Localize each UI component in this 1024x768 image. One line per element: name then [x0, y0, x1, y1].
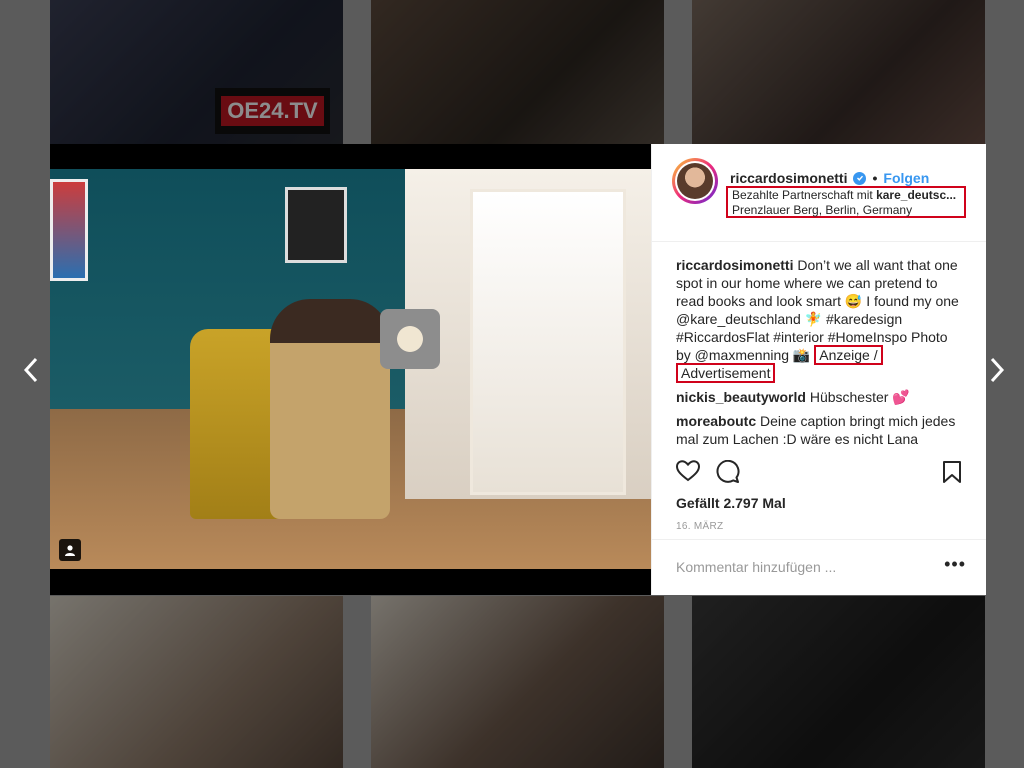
- photo-door: [470, 189, 626, 495]
- comments-list: riccardosimonetti Don’t we all want that…: [676, 256, 966, 454]
- photo-lamp: [380, 309, 440, 369]
- partnership-prefix: Bezahlte Partnerschaft mit: [732, 188, 877, 202]
- action-bar: [675, 459, 966, 489]
- post-sidebar: riccardosimonetti • Folgen Bezahlte Part…: [651, 144, 986, 595]
- caption: riccardosimonetti Don’t we all want that…: [676, 256, 966, 383]
- comment-username[interactable]: moreaboutc: [676, 413, 756, 429]
- account-row: riccardosimonetti • Folgen: [730, 170, 929, 186]
- heart-icon[interactable]: [675, 460, 701, 487]
- grid-tile-bottom-left[interactable]: [50, 596, 343, 768]
- grid-tile-bottom-middle[interactable]: [371, 596, 664, 768]
- account-username[interactable]: riccardosimonetti: [730, 170, 847, 186]
- dim-overlay: [50, 0, 343, 144]
- verified-badge-icon: [853, 171, 867, 185]
- grid-tile-top-left[interactable]: OE24.TV: [50, 0, 343, 144]
- comment-item: nickis_beautyworld Hübschester 💕: [676, 388, 966, 406]
- comment-username[interactable]: nickis_beautyworld: [676, 389, 806, 405]
- grid-tile-top-middle[interactable]: [371, 0, 664, 144]
- dim-overlay: [692, 596, 985, 768]
- post-header: riccardosimonetti • Folgen Bezahlte Part…: [652, 144, 986, 242]
- more-options-icon[interactable]: •••: [944, 554, 966, 575]
- comment-input[interactable]: Kommentar hinzufügen ...: [676, 559, 836, 575]
- sponsor-location-highlight: Bezahlte Partnerschaft mit kare_deutsc..…: [726, 186, 966, 218]
- caption-username[interactable]: riccardosimonetti: [676, 257, 793, 273]
- post-photo[interactable]: [50, 169, 651, 569]
- dim-overlay: [371, 596, 664, 768]
- comment-bubble-icon[interactable]: [716, 459, 740, 489]
- dim-overlay: [50, 596, 343, 768]
- user-tag-icon[interactable]: [59, 539, 81, 561]
- separator-dot: •: [872, 170, 878, 186]
- location-link[interactable]: Prenzlauer Berg, Berlin, Germany: [732, 203, 960, 218]
- avatar[interactable]: [672, 158, 718, 204]
- photo-poster: [50, 179, 88, 281]
- post-modal: riccardosimonetti • Folgen Bezahlte Part…: [50, 144, 986, 595]
- comment-text: Hübschester 💕: [809, 389, 910, 405]
- comment-item: moreaboutc Deine caption bringt mich jed…: [676, 412, 966, 448]
- photo-record-frame: [285, 187, 347, 263]
- avatar-inner: [675, 161, 715, 201]
- paid-partnership-line: Bezahlte Partnerschaft mit kare_deutsc..…: [732, 188, 960, 203]
- grid-tile-bottom-right[interactable]: [692, 596, 985, 768]
- partner-link[interactable]: kare_deutsc...: [876, 188, 956, 202]
- add-comment-bar: Kommentar hinzufügen ... •••: [652, 539, 986, 595]
- dim-overlay: [371, 0, 664, 144]
- chevron-left-icon[interactable]: [16, 355, 46, 385]
- post-date: 16. MÄRZ: [676, 521, 724, 532]
- chevron-right-icon[interactable]: [982, 355, 1012, 385]
- likes-count[interactable]: Gefällt 2.797 Mal: [676, 495, 786, 511]
- ad-label-part-1: Anzeige /: [814, 345, 883, 365]
- dim-overlay: [692, 0, 985, 144]
- follow-button[interactable]: Folgen: [883, 170, 929, 186]
- ad-label-part-2: Advertisement: [676, 363, 776, 383]
- photo-person: [270, 299, 390, 519]
- grid-tile-top-right[interactable]: [692, 0, 985, 144]
- post-media: [50, 144, 651, 595]
- bookmark-icon[interactable]: [942, 460, 962, 489]
- avatar-photo: [677, 163, 713, 199]
